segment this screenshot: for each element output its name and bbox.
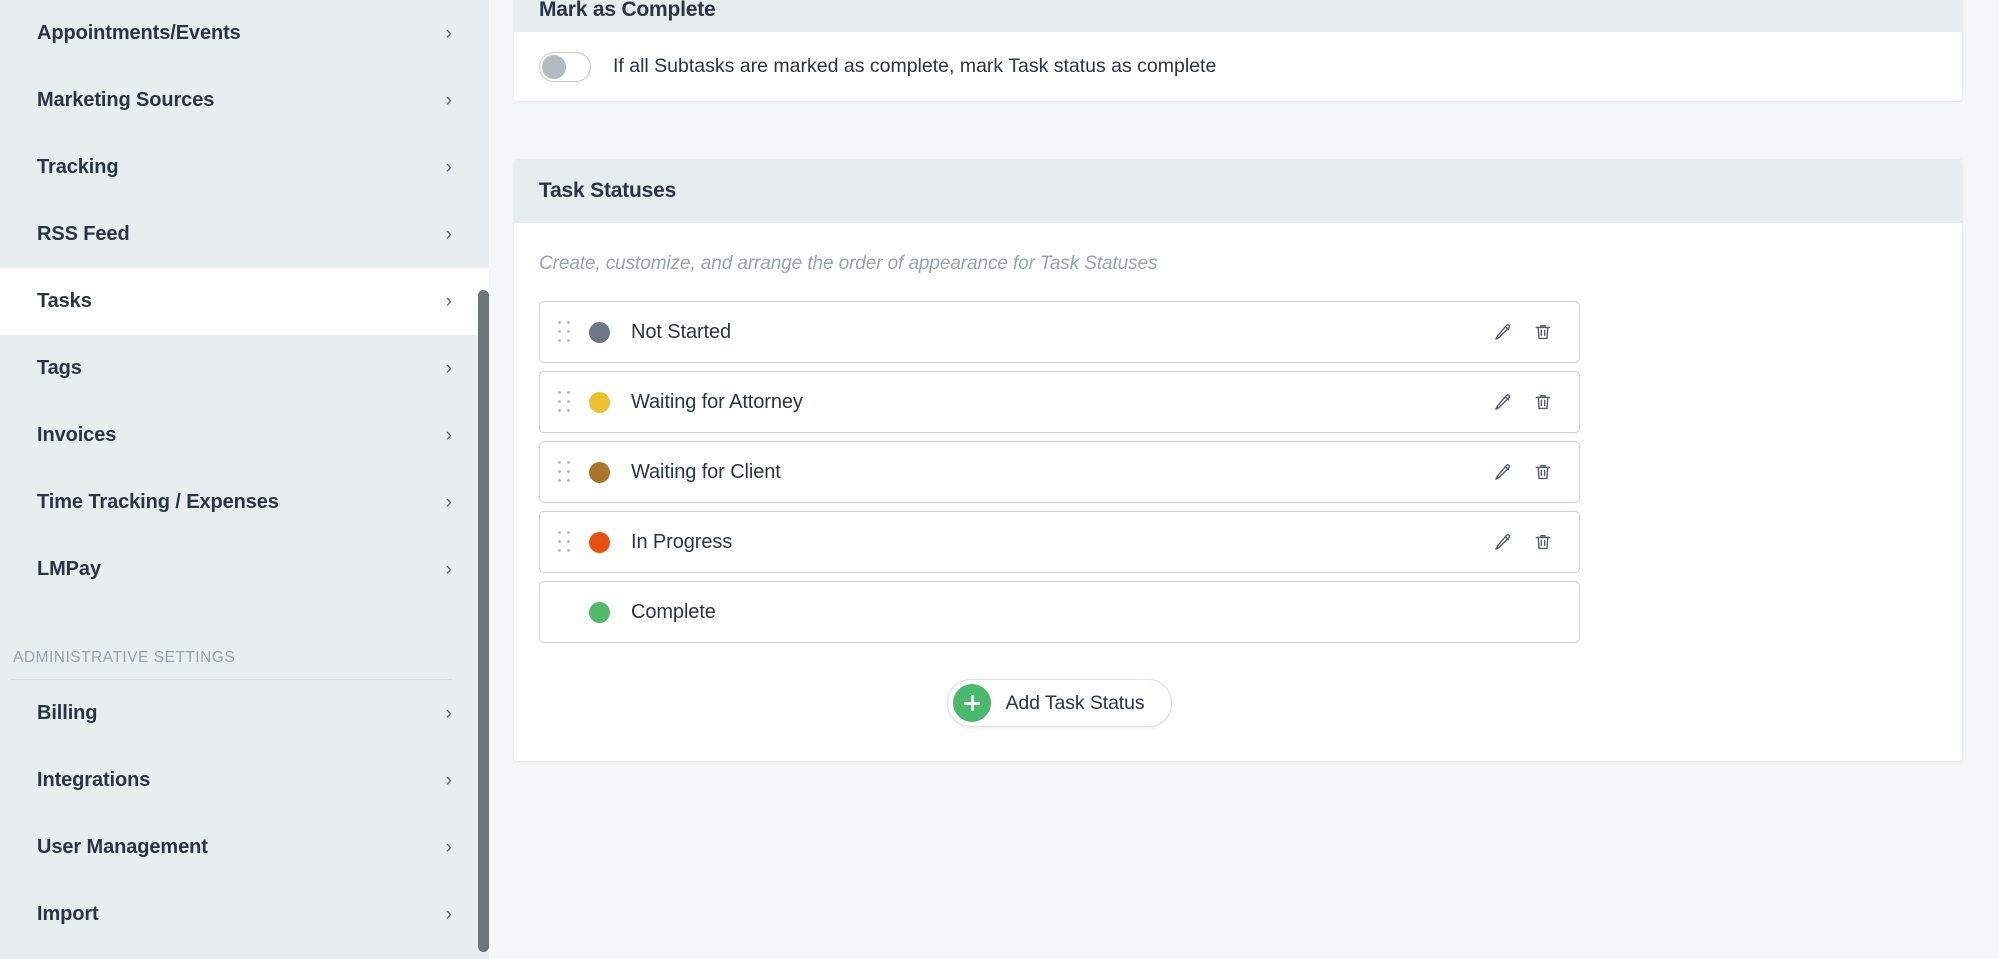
sidebar-item-label: Tracking <box>37 156 118 179</box>
status-color-dot <box>589 532 610 553</box>
chevron-right-icon: › <box>446 704 452 723</box>
drag-handle-icon[interactable] <box>558 461 572 483</box>
task-status-row: Complete <box>539 581 1580 643</box>
delete-trash-icon[interactable] <box>1529 458 1557 486</box>
sidebar-item-invoices[interactable]: Invoices › <box>0 402 489 469</box>
chevron-right-icon: › <box>446 91 452 110</box>
task-status-label: In Progress <box>631 531 732 554</box>
add-task-status-wrapper: Add Task Status <box>539 679 1580 727</box>
delete-trash-icon[interactable] <box>1529 318 1557 346</box>
delete-trash-icon[interactable] <box>1529 388 1557 416</box>
mark-as-complete-title: Mark as Complete <box>539 0 716 22</box>
sidebar-item-lmpay[interactable]: LMPay › <box>0 536 489 603</box>
sidebar-scrollbar[interactable] <box>478 0 489 959</box>
sidebar-item-rss-feed[interactable]: RSS Feed › <box>0 201 489 268</box>
task-status-row: Waiting for Client <box>539 441 1580 503</box>
mark-as-complete-header: Mark as Complete <box>514 0 1962 32</box>
main-content: Mark as Complete If all Subtasks are mar… <box>489 0 1999 959</box>
sidebar-item-label: Marketing Sources <box>37 89 214 112</box>
sidebar-item-label: Integrations <box>37 769 150 792</box>
subtask-complete-toggle-label: If all Subtasks are marked as complete, … <box>613 55 1216 78</box>
chevron-right-icon: › <box>446 24 452 43</box>
task-statuses-title: Task Statuses <box>539 179 676 203</box>
task-status-label: Waiting for Attorney <box>631 391 803 414</box>
sidebar-item-integrations[interactable]: Integrations › <box>0 747 489 814</box>
sidebar-item-tasks[interactable]: Tasks › <box>0 268 489 335</box>
task-status-row: In Progress <box>539 511 1580 573</box>
sidebar-item-label: LMPay <box>37 558 101 581</box>
sidebar-item-import[interactable]: Import › <box>0 881 489 948</box>
sidebar-item-marketing-sources[interactable]: Marketing Sources › <box>0 67 489 134</box>
chevron-right-icon: › <box>446 838 452 857</box>
add-task-status-label: Add Task Status <box>1005 692 1144 715</box>
task-status-label: Not Started <box>631 321 731 344</box>
chevron-right-icon: › <box>446 426 452 445</box>
drag-handle-icon[interactable] <box>558 321 572 343</box>
add-task-status-button[interactable]: Add Task Status <box>947 679 1171 727</box>
sidebar-item-tracking[interactable]: Tracking › <box>0 134 489 201</box>
status-color-dot <box>589 392 610 413</box>
task-status-label: Complete <box>631 601 716 624</box>
status-color-dot <box>589 322 610 343</box>
sidebar-item-label: RSS Feed <box>37 223 130 246</box>
task-status-row-actions <box>1489 528 1557 556</box>
chevron-right-icon: › <box>446 292 452 311</box>
task-statuses-hint: Create, customize, and arrange the order… <box>539 223 1937 275</box>
status-color-dot <box>589 602 610 623</box>
edit-pencil-icon[interactable] <box>1489 318 1517 346</box>
sidebar-item-label: User Management <box>37 836 208 859</box>
sidebar-nav-list: Appointments/Events›Marketing Sources›Tr… <box>0 0 489 603</box>
sidebar-admin-list: Billing›Integrations›User Management›Imp… <box>0 680 489 948</box>
subtask-complete-toggle[interactable] <box>539 52 591 82</box>
sidebar-section-heading: ADMINISTRATIVE SETTINGS <box>0 617 489 667</box>
edit-pencil-icon[interactable] <box>1489 388 1517 416</box>
task-status-row-actions <box>1489 458 1557 486</box>
sidebar-section-heading-label: ADMINISTRATIVE SETTINGS <box>10 649 452 667</box>
sidebar-item-user-management[interactable]: User Management › <box>0 814 489 881</box>
settings-page: Appointments/Events›Marketing Sources›Tr… <box>0 0 1999 959</box>
task-status-row: Waiting for Attorney <box>539 371 1580 433</box>
sidebar-item-appointments-events[interactable]: Appointments/Events › <box>0 0 489 67</box>
drag-handle-icon[interactable] <box>558 531 572 553</box>
task-statuses-body: Create, customize, and arrange the order… <box>514 223 1962 761</box>
edit-pencil-icon[interactable] <box>1489 458 1517 486</box>
chevron-right-icon: › <box>446 225 452 244</box>
edit-pencil-icon[interactable] <box>1489 528 1517 556</box>
chevron-right-icon: › <box>446 158 452 177</box>
sidebar-item-label: Tags <box>37 357 82 380</box>
status-color-dot <box>589 462 610 483</box>
sidebar-item-tags[interactable]: Tags › <box>0 335 489 402</box>
mark-as-complete-card: Mark as Complete If all Subtasks are mar… <box>514 0 1962 101</box>
sidebar: Appointments/Events›Marketing Sources›Tr… <box>0 0 489 959</box>
task-status-row-actions <box>1489 388 1557 416</box>
sidebar-scrollbar-thumb[interactable] <box>478 290 489 952</box>
task-status-row: Not Started <box>539 301 1580 363</box>
mark-as-complete-body: If all Subtasks are marked as complete, … <box>514 32 1962 101</box>
sidebar-item-label: Import <box>37 903 99 926</box>
delete-trash-icon[interactable] <box>1529 528 1557 556</box>
task-statuses-card: Task Statuses Create, customize, and arr… <box>514 159 1962 761</box>
chevron-right-icon: › <box>446 771 452 790</box>
sidebar-item-time-tracking-expenses[interactable]: Time Tracking / Expenses › <box>0 469 489 536</box>
chevron-right-icon: › <box>446 359 452 378</box>
sidebar-item-label: Appointments/Events <box>37 22 241 45</box>
sidebar-item-label: Tasks <box>37 290 92 313</box>
chevron-right-icon: › <box>446 905 452 924</box>
chevron-right-icon: › <box>446 560 452 579</box>
task-status-row-actions <box>1489 318 1557 346</box>
sidebar-item-label: Time Tracking / Expenses <box>37 491 279 514</box>
toggle-knob <box>542 55 566 79</box>
sidebar-item-label: Billing <box>37 702 97 725</box>
plus-icon <box>953 684 991 722</box>
sidebar-item-label: Invoices <box>37 424 116 447</box>
task-statuses-header: Task Statuses <box>514 159 1962 223</box>
sidebar-item-billing[interactable]: Billing › <box>0 680 489 747</box>
chevron-right-icon: › <box>446 493 452 512</box>
task-status-list: Not Started Waiting for Attorney Waiting f… <box>539 301 1937 643</box>
task-status-label: Waiting for Client <box>631 461 781 484</box>
drag-handle-icon[interactable] <box>558 391 572 413</box>
